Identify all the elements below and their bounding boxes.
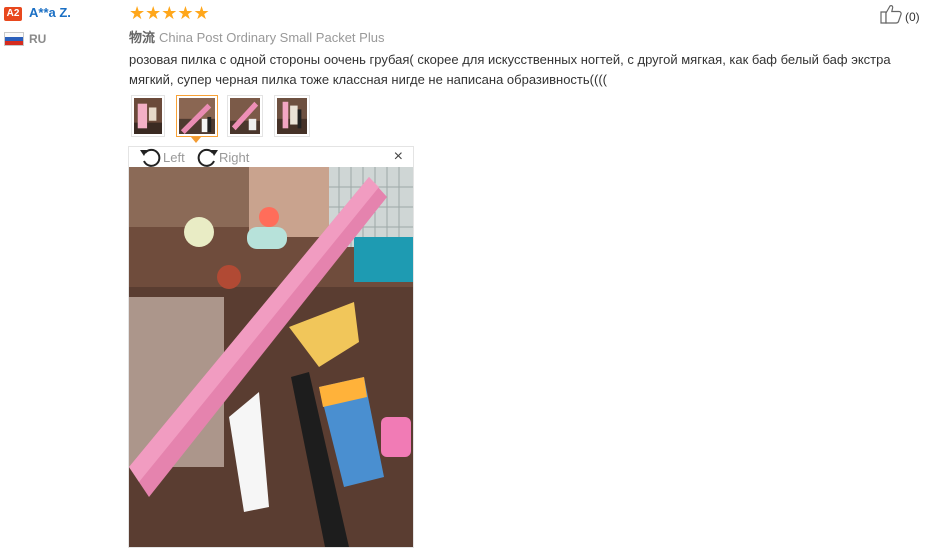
reviewer-name: A**a Z. <box>29 5 71 20</box>
russia-flag-icon <box>5 33 23 45</box>
review-text: розовая пилка с одной стороны оочень гру… <box>129 52 891 87</box>
helpful-button[interactable]: (0) <box>879 4 920 29</box>
rating-stars: ★★★★★ <box>129 3 210 23</box>
viewer-toolbar: Left Right × <box>129 147 413 167</box>
thumbs-up-icon[interactable] <box>879 4 903 29</box>
rotate-left-button[interactable]: Left <box>139 147 185 167</box>
rotate-right-button[interactable]: Right <box>195 147 249 167</box>
active-thumbnail-indicator <box>191 137 201 143</box>
review-photo-thumbnail-3[interactable] <box>227 95 263 137</box>
shipping-label: 物流 <box>129 30 156 45</box>
helpful-count: (0) <box>905 9 920 24</box>
rotate-left-label: Left <box>163 149 185 165</box>
reviewer-country: RU <box>29 32 47 46</box>
rotate-left-icon <box>140 148 161 167</box>
rotate-right-label: Right <box>219 149 250 165</box>
photo-viewer: Left Right × <box>128 146 414 548</box>
review-photo-thumbnail-1[interactable] <box>131 95 165 137</box>
shipping-info: 物流 China Post Ordinary Small Packet Plus <box>129 27 384 46</box>
shipping-method: China Post Ordinary Small Packet Plus <box>159 30 385 45</box>
rotate-right-icon <box>197 148 218 167</box>
review-photo <box>129 167 413 547</box>
close-icon[interactable]: × <box>394 148 403 166</box>
buyer-level-badge: A2 <box>4 7 22 21</box>
review-photo-thumbnail-4[interactable] <box>274 95 310 137</box>
review-photo-thumbnail-2[interactable] <box>176 95 218 137</box>
